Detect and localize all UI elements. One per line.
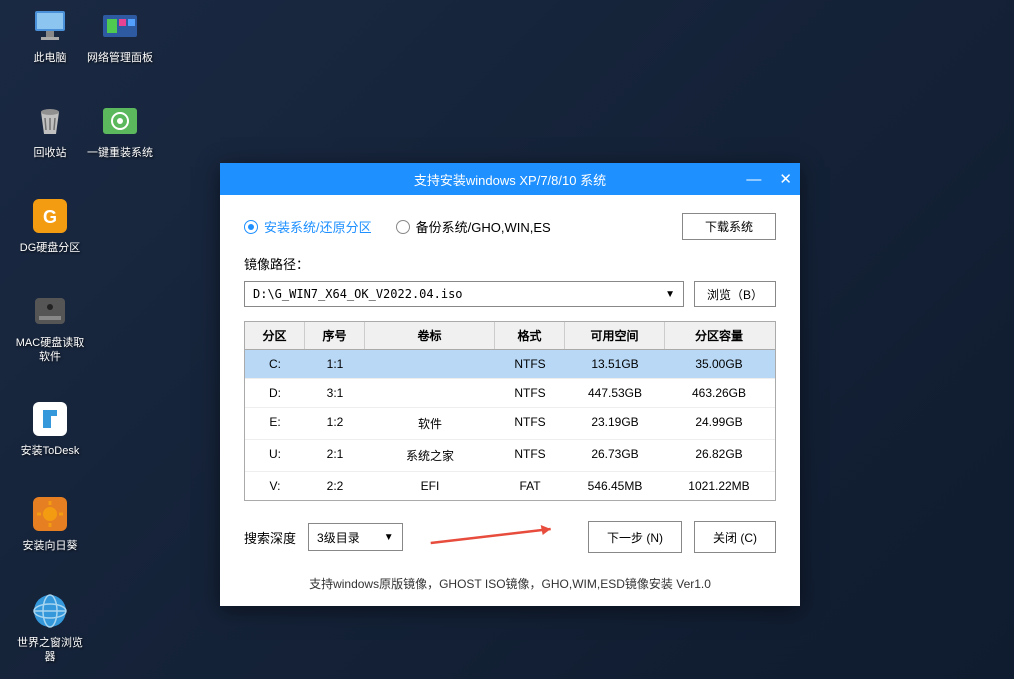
table-row[interactable]: U: 2:1 系统之家 NTFS 26.73GB 26.82GB: [245, 440, 775, 472]
sunflower-icon: [29, 493, 71, 535]
close-button[interactable]: 关闭 (C): [694, 521, 776, 553]
desktop-icon-recycle-bin[interactable]: 回收站: [15, 100, 85, 160]
search-depth-select[interactable]: 3级目录 ▼: [308, 523, 403, 551]
recycle-bin-icon: [29, 100, 71, 142]
desktop-icon-sunflower[interactable]: 安装向日葵: [15, 493, 85, 553]
radio-backup[interactable]: 备份系统/GHO,WIN,ES: [396, 217, 551, 236]
chevron-down-icon: ▼: [384, 532, 394, 543]
desktop-icon-dg[interactable]: G DG硬盘分区: [15, 195, 85, 255]
radio-install-restore[interactable]: 安装系统/还原分区: [244, 217, 372, 236]
table-row[interactable]: E: 1:2 软件 NTFS 23.19GB 24.99GB: [245, 408, 775, 440]
search-depth-label: 搜索深度: [244, 528, 296, 547]
dialog-title: 支持安装windows XP/7/8/10 系统: [414, 170, 606, 189]
table-row[interactable]: V: 2:2 EFI FAT 546.45MB 1021.22MB: [245, 472, 775, 500]
partition-table: 分区 序号 卷标 格式 可用空间 分区容量 C: 1:1 NTFS 13.51G…: [244, 321, 776, 501]
todesk-icon: [29, 398, 71, 440]
desktop-icon-browser[interactable]: 世界之窗浏览器: [15, 590, 85, 665]
reinstall-icon: [99, 100, 141, 142]
mac-disk-icon: [29, 290, 71, 332]
download-button[interactable]: 下载系统: [682, 213, 776, 240]
table-row[interactable]: D: 3:1 NTFS 447.53GB 463.26GB: [245, 379, 775, 408]
desktop-icon-mac-disk[interactable]: MAC硬盘读取软件: [15, 290, 85, 365]
chevron-down-icon[interactable]: ▼: [665, 289, 675, 300]
desktop-icon-reinstall[interactable]: 一键重装系统: [85, 100, 155, 160]
install-dialog: 支持安装windows XP/7/8/10 系统 — ✕ 安装系统/还原分区 备…: [220, 163, 800, 606]
table-header: 分区 序号 卷标 格式 可用空间 分区容量: [245, 322, 775, 350]
minimize-icon[interactable]: —: [746, 172, 761, 187]
browser-icon: [29, 590, 71, 632]
network-panel-icon: [99, 5, 141, 47]
table-row[interactable]: C: 1:1 NTFS 13.51GB 35.00GB: [245, 350, 775, 379]
dg-icon: G: [29, 195, 71, 237]
radio-icon: [396, 220, 410, 234]
image-path-input[interactable]: D:\G_WIN7_X64_OK_V2022.04.iso ▼: [244, 281, 684, 307]
radio-icon: [244, 220, 258, 234]
titlebar[interactable]: 支持安装windows XP/7/8/10 系统 — ✕: [220, 163, 800, 195]
arrow-annotation: [415, 523, 576, 551]
footer-text: 支持windows原版镜像，GHOST ISO镜像，GHO,WIM,ESD镜像安…: [220, 565, 800, 606]
close-icon[interactable]: ✕: [779, 172, 792, 187]
desktop-icon-network-panel[interactable]: 网络管理面板: [85, 5, 155, 65]
path-label: 镜像路径：: [244, 254, 776, 273]
desktop-icon-todesk[interactable]: 安装ToDesk: [15, 398, 85, 458]
next-button[interactable]: 下一步 (N): [588, 521, 682, 553]
browse-button[interactable]: 浏览（B）: [694, 281, 776, 307]
svg-text:G: G: [43, 207, 57, 227]
desktop-icon-this-pc[interactable]: 此电脑: [15, 5, 85, 65]
computer-icon: [29, 5, 71, 47]
